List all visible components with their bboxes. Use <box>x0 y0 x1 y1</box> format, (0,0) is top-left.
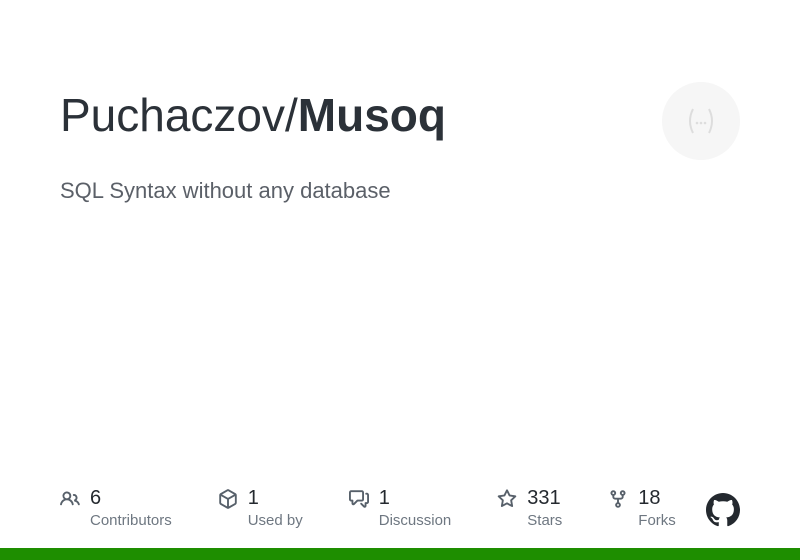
repo-name[interactable]: Musoq <box>298 89 446 141</box>
stat-label: Used by <box>248 512 303 529</box>
github-logo[interactable] <box>706 493 740 532</box>
stat-count: 331 <box>527 487 560 510</box>
stat-contributors[interactable]: 6 Contributors <box>60 487 172 529</box>
repo-owner[interactable]: Puchaczov <box>60 89 285 141</box>
stats-group: 6 Contributors 1 Used by 1 Discussion 33… <box>60 487 676 529</box>
stat-label: Contributors <box>90 512 172 529</box>
stat-label: Stars <box>527 512 562 529</box>
stat-count: 1 <box>248 487 259 510</box>
repo-title: Puchaczov/Musoq <box>60 88 446 143</box>
language-bar <box>0 548 800 560</box>
stat-count: 18 <box>638 487 660 510</box>
discussion-icon <box>349 489 369 509</box>
stat-stars[interactable]: 331 Stars <box>497 487 562 529</box>
avatar[interactable] <box>662 82 740 160</box>
usedby-icon <box>218 489 238 509</box>
title-separator: / <box>285 89 298 141</box>
stat-usedby[interactable]: 1 Used by <box>218 487 303 529</box>
stat-forks[interactable]: 18 Forks <box>608 487 676 529</box>
repo-description: SQL Syntax without any database <box>60 178 740 204</box>
stat-count: 1 <box>379 487 390 510</box>
stat-count: 6 <box>90 487 101 510</box>
stat-discussion[interactable]: 1 Discussion <box>349 487 452 529</box>
stat-label: Discussion <box>379 512 452 529</box>
contributors-icon <box>60 489 80 509</box>
fork-icon <box>608 489 628 509</box>
star-icon <box>497 489 517 509</box>
stat-label: Forks <box>638 512 676 529</box>
avatar-placeholder-icon <box>677 97 725 145</box>
github-icon <box>706 493 740 527</box>
